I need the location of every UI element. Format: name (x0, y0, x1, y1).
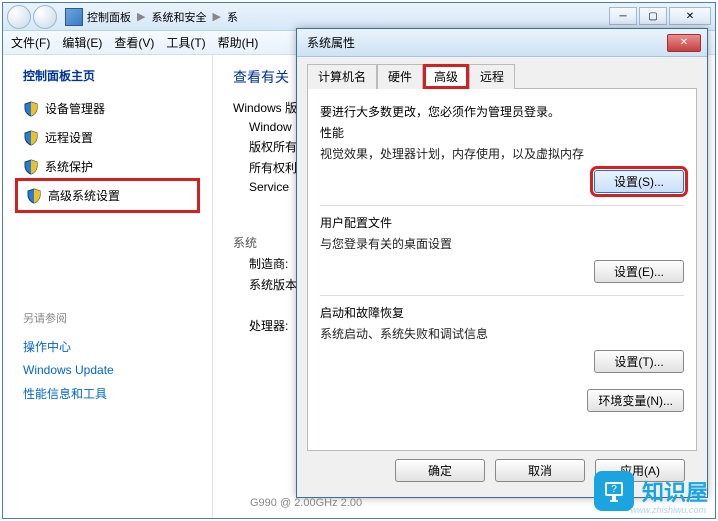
breadcrumb-part[interactable]: 控制面板 (87, 9, 131, 25)
sidebar-item-protection[interactable]: 系统保护 (3, 152, 212, 181)
admin-note: 要进行大多数更改，您必须作为管理员登录。 (320, 103, 684, 120)
shield-icon (23, 130, 39, 146)
see-also-performance[interactable]: 性能信息和工具 (23, 381, 192, 406)
watermark-icon: ? (594, 471, 634, 511)
menu-view[interactable]: 查看(V) (114, 34, 154, 51)
watermark-url: www.zhishiwu.com (630, 505, 706, 515)
profile-group: 用户配置文件 与您登录有关的桌面设置 设置(E)... (320, 205, 684, 283)
maximize-button[interactable]: ▢ (639, 7, 667, 25)
tab-hardware[interactable]: 硬件 (377, 64, 423, 89)
menu-edit[interactable]: 编辑(E) (62, 34, 102, 51)
startup-group: 启动和故障恢复 系统启动、系统失败和调试信息 设置(T)... (320, 295, 684, 373)
titlebar: 控制面板 ▶ 系统和安全 ▶ 系 ─ ▢ ✕ (3, 3, 715, 31)
sidebar-item-advanced[interactable]: 高级系统设置 (15, 178, 200, 213)
dialog-titlebar: 系统属性 ✕ (297, 29, 707, 57)
nav-buttons (7, 5, 57, 29)
breadcrumb-part[interactable]: 系统和安全 (151, 9, 206, 25)
profile-desc: 与您登录有关的桌面设置 (320, 235, 684, 252)
shield-icon (23, 101, 39, 117)
window-controls: ─ ▢ ✕ (609, 7, 711, 25)
see-also-windows-update[interactable]: Windows Update (23, 359, 192, 381)
sidebar-item-label: 高级系统设置 (48, 187, 120, 204)
menu-file[interactable]: 文件(F) (11, 34, 50, 51)
env-vars-button[interactable]: 环境变量(N)... (587, 389, 684, 412)
tab-list: 计算机名 硬件 高级 远程 (307, 63, 697, 89)
profile-settings-button[interactable]: 设置(E)... (594, 260, 684, 283)
startup-title: 启动和故障恢复 (320, 304, 684, 321)
menu-tools[interactable]: 工具(T) (166, 34, 205, 51)
dialog-close-button[interactable]: ✕ (667, 34, 701, 52)
chevron-right-icon: ▶ (212, 10, 220, 23)
dialog-body: 计算机名 硬件 高级 远程 要进行大多数更改，您必须作为管理员登录。 性能 视觉… (297, 57, 707, 496)
back-button[interactable] (7, 5, 31, 29)
breadcrumb[interactable]: 控制面板 ▶ 系统和安全 ▶ 系 (87, 9, 238, 25)
close-button[interactable]: ✕ (669, 7, 711, 25)
sidebar-title: 控制面板主页 (3, 67, 212, 94)
startup-settings-button[interactable]: 设置(T)... (594, 350, 684, 373)
perf-desc: 视觉效果，处理器计划，内存使用，以及虚拟内存 (320, 145, 684, 162)
profile-title: 用户配置文件 (320, 214, 684, 231)
tab-advanced[interactable]: 高级 (423, 64, 469, 89)
tab-computer-name[interactable]: 计算机名 (307, 64, 377, 89)
chevron-right-icon: ▶ (137, 10, 145, 23)
see-also-action-center[interactable]: 操作中心 (23, 334, 192, 359)
performance-group: 性能 视觉效果，处理器计划，内存使用，以及虚拟内存 设置(S)... (320, 124, 684, 193)
sidebar-item-label: 设备管理器 (45, 100, 105, 117)
ok-button[interactable]: 确定 (395, 459, 485, 482)
sidebar-item-label: 远程设置 (45, 129, 93, 146)
sidebar: 控制面板主页 设备管理器 远程设置 系统保护 高级系统设置 另请参阅 操作中心 … (3, 55, 213, 518)
dialog-title: 系统属性 (307, 34, 355, 51)
minimize-button[interactable]: ─ (609, 7, 637, 25)
perf-title: 性能 (320, 124, 684, 141)
sidebar-item-label: 系统保护 (45, 158, 93, 175)
shield-icon (26, 188, 42, 204)
system-properties-dialog: 系统属性 ✕ 计算机名 硬件 高级 远程 要进行大多数更改，您必须作为管理员登录… (296, 28, 708, 498)
shield-icon (23, 159, 39, 175)
startup-desc: 系统启动、系统失败和调试信息 (320, 325, 684, 342)
svg-text:?: ? (611, 484, 617, 495)
tab-content: 要进行大多数更改，您必须作为管理员登录。 性能 视觉效果，处理器计划，内存使用，… (307, 89, 697, 451)
sidebar-see-also: 另请参阅 操作中心 Windows Update 性能信息和工具 (3, 310, 212, 406)
breadcrumb-part[interactable]: 系 (227, 9, 238, 25)
watermark: ? 知识屋 www.zhishiwu.com (594, 471, 708, 511)
perf-settings-button[interactable]: 设置(S)... (594, 170, 684, 193)
sidebar-item-device-manager[interactable]: 设备管理器 (3, 94, 212, 123)
status-line: G990 @ 2.00GHz 2.00 (250, 497, 362, 509)
menu-help[interactable]: 帮助(H) (218, 34, 259, 51)
watermark-text: 知识屋 (642, 475, 708, 507)
sidebar-item-remote[interactable]: 远程设置 (3, 123, 212, 152)
forward-button[interactable] (33, 5, 57, 29)
cancel-button[interactable]: 取消 (495, 459, 585, 482)
address-icon (65, 8, 83, 26)
see-also-title: 另请参阅 (23, 310, 192, 326)
tab-remote[interactable]: 远程 (469, 64, 515, 89)
